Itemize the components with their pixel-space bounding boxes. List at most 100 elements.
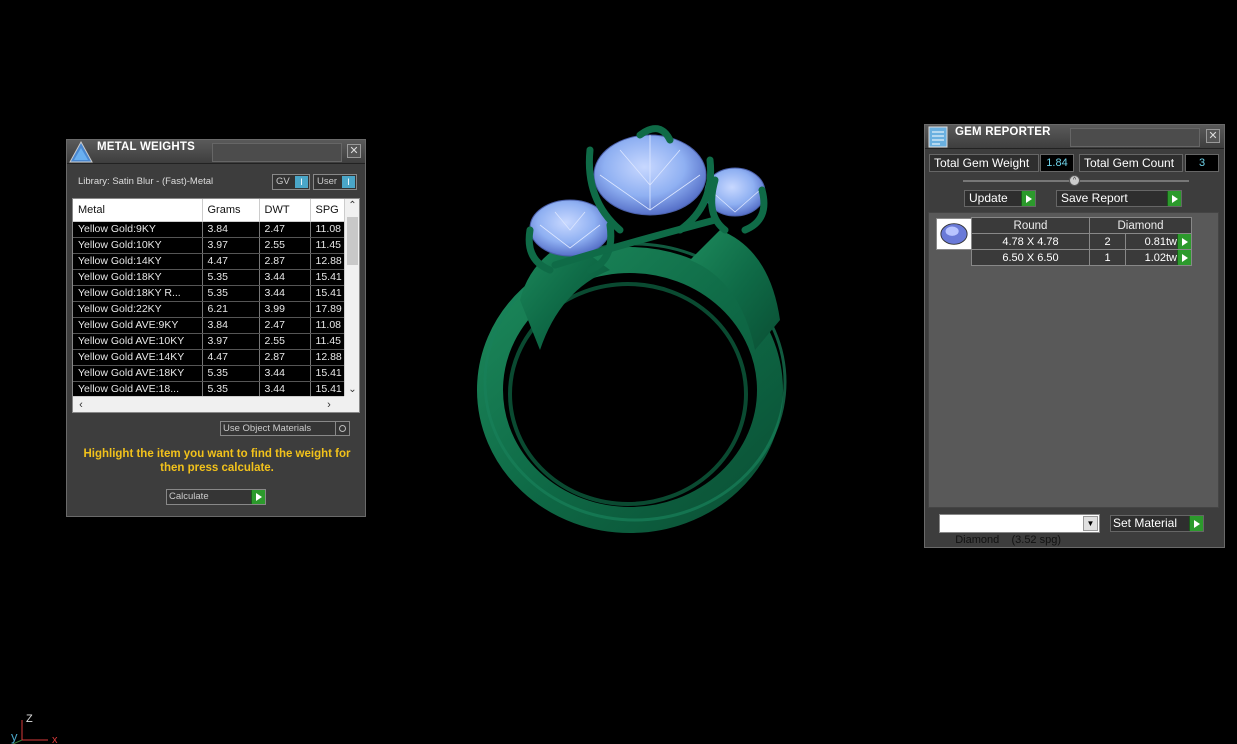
scroll-corner [344, 396, 359, 412]
radio-icon [335, 422, 348, 435]
gem-size-cell: 4.78 X 4.78 [971, 233, 1090, 250]
table-row[interactable]: Yellow Gold AVE:14KY 4.47 2.87 12.88 [73, 349, 346, 366]
table-row[interactable]: Yellow Gold:14KY 4.47 2.87 12.88 [73, 253, 346, 270]
total-gem-weight-value: 1.84 [1040, 154, 1074, 172]
table-row[interactable]: Yellow Gold:22KY 6.21 3.99 17.89 [73, 301, 346, 318]
dwt-cell: 2.47 [259, 317, 311, 334]
metal-cell: Yellow Gold AVE:18... [73, 381, 203, 398]
gem-reporter-close-button[interactable]: ✕ [1206, 129, 1220, 143]
metal-cell: Yellow Gold:14KY [73, 253, 203, 270]
gv-toggle[interactable]: GV I [272, 174, 310, 190]
ring-3d-model[interactable] [470, 120, 830, 540]
gem-count-cell: 2 [1089, 233, 1126, 250]
grams-cell: 5.35 [202, 269, 260, 286]
spg-cell: 15.41 [310, 365, 346, 382]
titlebar-strip [1070, 128, 1200, 147]
spg-cell: 12.88 [310, 349, 346, 366]
user-toggle-indicator: I [342, 176, 355, 188]
user-toggle[interactable]: User I [313, 174, 357, 190]
table-row[interactable]: Yellow Gold AVE:18KY 5.35 3.44 15.41 [73, 365, 346, 382]
use-object-materials-label: Use Object Materials [223, 423, 312, 434]
gem-reporter-titlebar[interactable]: GEM REPORTER ✕ [925, 125, 1224, 149]
gem-row[interactable]: 4.78 X 4.78 2 0.81tw [971, 233, 1192, 250]
gem-row[interactable]: 6.50 X 6.50 1 1.02tw [971, 249, 1192, 266]
metal-weights-close-button[interactable]: ✕ [347, 144, 361, 158]
grams-cell: 5.35 [202, 381, 260, 398]
save-report-button[interactable]: Save Report [1056, 190, 1182, 207]
table-row[interactable]: Yellow Gold AVE:9KY 3.84 2.47 11.08 [73, 317, 346, 334]
axis-x-label: x [52, 734, 58, 744]
metal-table-vscrollbar[interactable]: ⌃ ⌄ [344, 199, 359, 397]
dwt-cell: 3.44 [259, 269, 311, 286]
scroll-left-arrow-icon[interactable]: ‹ [73, 397, 89, 412]
metal-table-header: Metal Grams DWT SPG [73, 199, 346, 222]
round-gem-icon[interactable] [936, 218, 972, 250]
metal-cell: Yellow Gold AVE:9KY [73, 317, 203, 334]
axis-indicator: Z y x [11, 713, 58, 744]
gem-center[interactable] [593, 134, 707, 216]
metal-cell: Yellow Gold AVE:10KY [73, 333, 203, 350]
gv-toggle-label: GV [276, 176, 290, 187]
material-select-value: Diamond (3.52 spg) [955, 534, 1062, 546]
metal-cell: Yellow Gold:18KY [73, 269, 203, 286]
total-gem-weight-label: Total Gem Weight [929, 154, 1039, 172]
scroll-up-arrow-icon[interactable]: ⌃ [345, 199, 359, 213]
table-row[interactable]: Yellow Gold AVE:10KY 3.97 2.55 11.45 [73, 333, 346, 350]
update-label: Update [969, 191, 1008, 205]
metal-weights-title: METAL WEIGHTS [97, 141, 196, 153]
dropdown-arrow-icon[interactable]: ▼ [1083, 516, 1098, 531]
metal-flask-icon [69, 140, 93, 163]
grams-cell: 6.21 [202, 301, 260, 318]
spg-cell: 11.45 [310, 333, 346, 350]
scroll-down-arrow-icon[interactable]: ⌄ [345, 383, 359, 397]
table-row[interactable]: Yellow Gold:9KY 3.84 2.47 11.08 [73, 221, 346, 238]
metal-table-container: Metal Grams DWT SPG Yellow Gold:9KY 3.84 2… [72, 198, 360, 413]
play-arrow-icon [1167, 191, 1181, 206]
gem-table-header: Round Diamond [971, 217, 1192, 234]
grams-cell: 3.84 [202, 221, 260, 238]
total-gem-count-value: 3 [1185, 154, 1219, 172]
spg-cell: 11.08 [310, 317, 346, 334]
gem-weight-cell[interactable]: 0.81tw [1125, 233, 1192, 250]
metal-weights-titlebar[interactable]: METAL WEIGHTS ✕ [67, 140, 365, 164]
scroll-right-arrow-icon[interactable]: › [321, 397, 337, 412]
column-header-grams[interactable]: Grams [202, 199, 260, 222]
column-header-spg[interactable]: SPG [310, 199, 346, 222]
column-header-metal[interactable]: Metal [73, 199, 203, 222]
axis-z-label: Z [26, 713, 33, 725]
update-button[interactable]: Update [964, 190, 1036, 207]
material-select[interactable]: Diamond (3.52 spg) ▼ [939, 514, 1100, 546]
spg-cell: 12.88 [310, 253, 346, 270]
calculate-button[interactable]: Calculate [166, 489, 266, 505]
play-arrow-icon [251, 490, 265, 504]
gem-material-header: Diamond [1089, 217, 1192, 234]
instruction-text: Highlight the item you want to find the … [83, 448, 351, 474]
play-arrow-icon[interactable] [1177, 234, 1191, 249]
metal-cell: Yellow Gold:18KY R... [73, 285, 203, 302]
play-arrow-icon[interactable] [1177, 250, 1191, 265]
grams-cell: 5.35 [202, 285, 260, 302]
metal-cell: Yellow Gold:22KY [73, 301, 203, 318]
use-object-materials-toggle[interactable]: Use Object Materials [220, 421, 350, 436]
set-material-button[interactable]: Set Material [1110, 515, 1204, 532]
dwt-cell: 2.47 [259, 221, 311, 238]
library-label: Library: Satin Blur - (Fast)-Metal [78, 176, 214, 187]
report-icon [928, 126, 948, 148]
gem-reporter-panel: GEM REPORTER ✕ Total Gem Weight 1.84 Tot… [924, 124, 1225, 548]
metal-table-hscrollbar[interactable]: ‹ › [73, 396, 345, 412]
table-row[interactable]: Yellow Gold:18KY 5.35 3.44 15.41 [73, 269, 346, 286]
gem-size-cell: 6.50 X 6.50 [971, 249, 1090, 266]
total-gem-count-label: Total Gem Count [1079, 154, 1183, 172]
vscroll-thumb[interactable] [347, 217, 358, 265]
grams-cell: 3.97 [202, 237, 260, 254]
table-row[interactable]: Yellow Gold AVE:18... 5.35 3.44 15.41 [73, 381, 346, 398]
table-row[interactable]: Yellow Gold:10KY 3.97 2.55 11.45 [73, 237, 346, 254]
gem-weight-value: 0.81tw [1144, 235, 1177, 248]
collapse-knob-icon[interactable]: ^ [1069, 175, 1080, 186]
column-header-dwt[interactable]: DWT [259, 199, 311, 222]
table-row[interactable]: Yellow Gold:18KY R... 5.35 3.44 15.41 [73, 285, 346, 302]
titlebar-strip [212, 143, 342, 162]
spg-cell: 15.41 [310, 285, 346, 302]
gem-weight-cell[interactable]: 1.02tw [1125, 249, 1192, 266]
grams-cell: 4.47 [202, 253, 260, 270]
